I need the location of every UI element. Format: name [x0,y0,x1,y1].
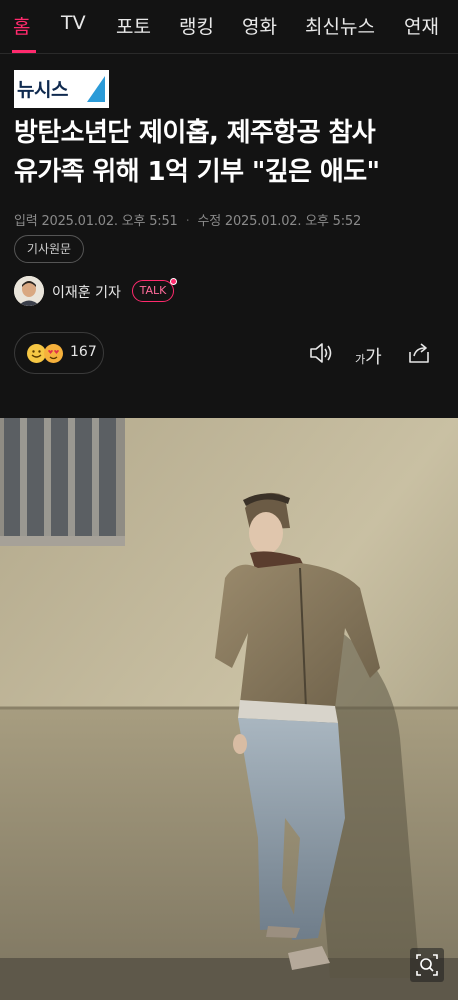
nav-active-indicator [12,50,36,53]
author-avatar[interactable] [14,276,44,306]
font-size-icon[interactable]: 가가 [355,343,382,369]
input-label: 입력 [14,214,38,229]
modified-label: 수정 [197,214,221,229]
publisher-logo[interactable]: 뉴시스 [14,70,109,108]
nav-item-series[interactable]: 연재 [404,12,439,39]
talk-notification-dot [170,278,177,285]
nav-item-ranking[interactable]: 랭킹 [179,12,214,39]
publisher-logo-text: 뉴시스 [17,79,68,101]
reaction-count: 167 [70,344,97,360]
reaction-button[interactable]: 167 [14,332,104,374]
author-name[interactable]: 이재훈 기자 [52,282,121,302]
original-article-button[interactable]: 기사원문 [14,235,84,263]
article-headline: 방탄소년단 제이홉, 제주항공 참사 유가족 위해 1억 기부 "깊은 애도" [14,114,450,192]
headline-line-2: 유가족 위해 1억 기부 "깊은 애도" [14,157,380,187]
headline-line-1: 방탄소년단 제이홉, 제주항공 참사 [14,118,376,148]
modified-time: 2025.01.02. 오후 5:52 [224,214,362,229]
article-timestamps: 입력 2025.01.02. 오후 5:51 · 수정 2025.01.02. … [14,210,361,229]
nav-item-latest-news[interactable]: 최신뉴스 [305,12,375,39]
talk-button[interactable]: TALK [132,280,174,302]
nav-item-photo[interactable]: 포토 [116,12,151,39]
speaker-icon[interactable] [309,340,333,366]
input-time: 2025.01.02. 오후 5:51 [41,214,178,229]
heart-eyes-emoji-icon [44,344,63,363]
meta-separator: · [185,214,190,229]
article-photo[interactable] [0,418,458,1000]
nav-item-movie[interactable]: 영화 [242,12,277,39]
share-icon[interactable] [407,340,431,366]
publisher-logo-mark [87,76,105,102]
nav-item-home[interactable]: 홈 [13,12,30,39]
zoom-button[interactable] [410,948,444,982]
magnifier-icon [416,954,438,976]
top-nav: 홈 TV 포토 랭킹 영화 최신뉴스 연재 [0,0,458,54]
nav-item-tv[interactable]: TV [61,12,86,34]
author-row: 이재훈 기자 TALK [14,276,234,306]
